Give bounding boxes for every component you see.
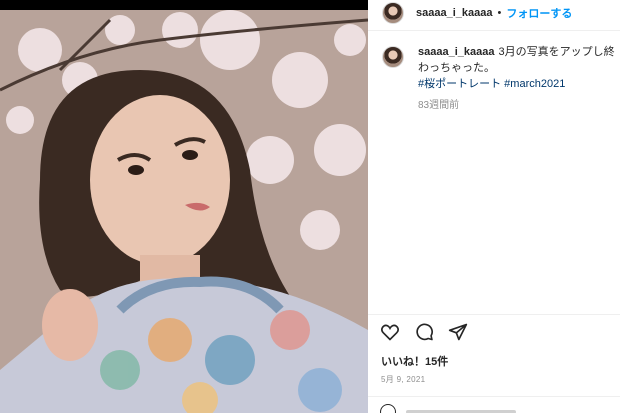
separator-dot: • bbox=[497, 7, 502, 19]
portrait-image bbox=[0, 10, 368, 413]
likes-count[interactable]: いいね！15件 bbox=[381, 353, 448, 369]
caption-username-link[interactable]: saaaa_i_kaaaa bbox=[418, 46, 494, 58]
caption-avatar[interactable] bbox=[382, 46, 404, 68]
avatar[interactable] bbox=[382, 2, 404, 24]
action-bar bbox=[380, 322, 468, 342]
hashtag-links[interactable]: #桜ポートレート #march2021 bbox=[418, 78, 565, 90]
header-divider bbox=[368, 30, 620, 31]
caption: saaaa_i_kaaaa 3月の写真をアップし終わっちゃった。 #桜ポートレート… bbox=[382, 44, 620, 114]
emoji-icon[interactable] bbox=[380, 404, 396, 413]
comment-divider bbox=[368, 396, 620, 397]
heart-icon[interactable] bbox=[380, 322, 400, 342]
comment-input-row bbox=[380, 404, 516, 413]
username-link[interactable]: saaaa_i_kaaaa bbox=[416, 7, 492, 19]
post-header: saaaa_i_kaaaa • フォローする bbox=[368, 0, 620, 26]
post-detail-panel: saaaa_i_kaaaa • フォローする saaaa_i_kaaaa 3月の写… bbox=[368, 0, 620, 413]
share-icon[interactable] bbox=[448, 322, 468, 342]
caption-time-ago: 83週間前 bbox=[418, 100, 460, 111]
caption-body: saaaa_i_kaaaa 3月の写真をアップし終わっちゃった。 #桜ポートレート… bbox=[418, 44, 618, 114]
actions-divider bbox=[368, 314, 620, 315]
follow-button[interactable]: フォローする bbox=[506, 5, 572, 21]
comment-icon[interactable] bbox=[414, 322, 434, 342]
post-date: 5月 9, 2021 bbox=[381, 375, 426, 384]
post-photo[interactable] bbox=[0, 10, 368, 413]
